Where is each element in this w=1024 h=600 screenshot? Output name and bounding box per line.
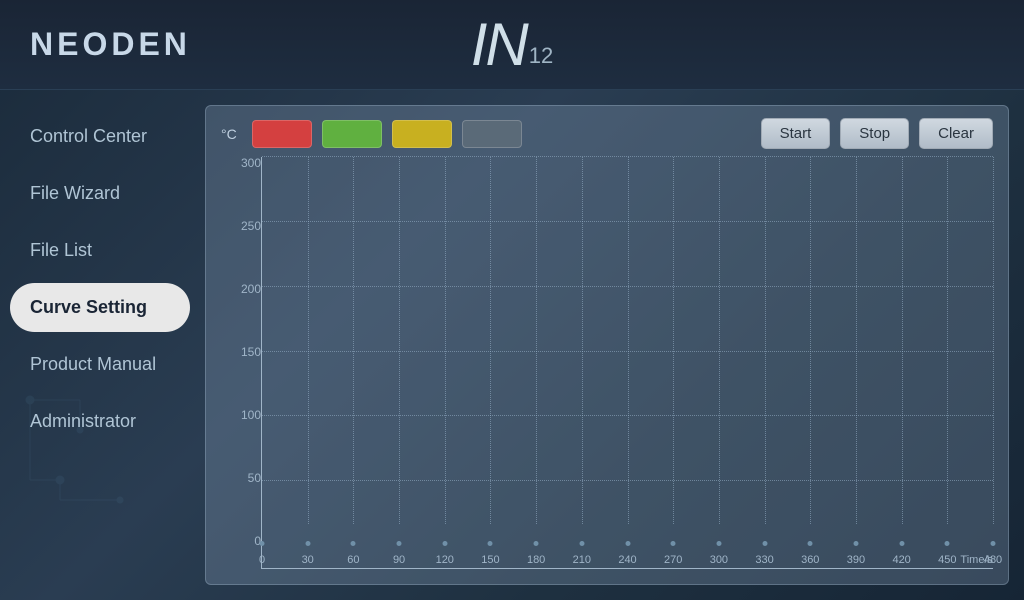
y-tick-50: 50 bbox=[221, 472, 261, 484]
x-tick-dot bbox=[899, 541, 904, 546]
sidebar-item-administrator[interactable]: Administrator bbox=[10, 397, 190, 446]
model-main: IN bbox=[471, 15, 527, 75]
x-tick-label: 420 bbox=[892, 554, 910, 566]
x-tick-label: 180 bbox=[527, 554, 545, 566]
x-tick-label: 330 bbox=[755, 554, 773, 566]
x-tick-dot bbox=[716, 541, 721, 546]
v-grid-line bbox=[582, 157, 583, 524]
x-tick-dot bbox=[625, 541, 630, 546]
y-tick-300: 300 bbox=[221, 157, 261, 169]
chart-container: °C Start Stop Clear 300 250 200 150 100 bbox=[205, 105, 1009, 585]
sidebar-item-file-wizard[interactable]: File Wizard bbox=[10, 169, 190, 218]
x-tick-dot bbox=[488, 541, 493, 546]
sidebar: Control Center File Wizard File List Cur… bbox=[0, 90, 200, 600]
x-axis: 0 30 60 90 120 150 180 210 240 270 300 330 360 390 420… bbox=[262, 546, 993, 568]
x-tick-dot bbox=[397, 541, 402, 546]
x-tick-dot bbox=[260, 541, 265, 546]
x-tick-label: 0 bbox=[259, 554, 265, 566]
x-tick-label: 150 bbox=[481, 554, 499, 566]
v-grid-line bbox=[902, 157, 903, 524]
x-tick-label: 300 bbox=[710, 554, 728, 566]
v-grid-line bbox=[673, 157, 674, 524]
y-tick-0: 0 bbox=[221, 535, 261, 547]
y-tick-100: 100 bbox=[221, 409, 261, 421]
x-tick-dot bbox=[351, 541, 356, 546]
v-grid-line bbox=[993, 157, 994, 524]
sidebar-item-control-center[interactable]: Control Center bbox=[10, 112, 190, 161]
content-area: °C Start Stop Clear 300 250 200 150 100 bbox=[200, 90, 1024, 600]
x-tick-dot bbox=[762, 541, 767, 546]
logo: NEODEN bbox=[30, 26, 191, 63]
v-grid-line bbox=[947, 157, 948, 524]
swatch-zone2[interactable] bbox=[322, 120, 382, 148]
v-grid-line bbox=[490, 157, 491, 524]
x-tick-label: 240 bbox=[618, 554, 636, 566]
chart-area: 300 250 200 150 100 50 0 0 30 60 90 120 150 18… bbox=[221, 157, 993, 569]
x-tick-label: 270 bbox=[664, 554, 682, 566]
grid-lines bbox=[262, 157, 993, 546]
x-tick-dot bbox=[534, 541, 539, 546]
x-tick-dot bbox=[671, 541, 676, 546]
v-grid-line bbox=[765, 157, 766, 524]
x-tick-label: 120 bbox=[436, 554, 454, 566]
v-grid-line bbox=[399, 157, 400, 524]
swatch-zone3[interactable] bbox=[392, 120, 452, 148]
header: NEODEN IN 12 bbox=[0, 0, 1024, 90]
sidebar-item-curve-setting[interactable]: Curve Setting bbox=[10, 283, 190, 332]
x-tick-label: 210 bbox=[573, 554, 591, 566]
v-grid-line bbox=[719, 157, 720, 524]
model-sub: 12 bbox=[529, 43, 553, 69]
v-grid-line bbox=[628, 157, 629, 524]
v-grid-line bbox=[536, 157, 537, 524]
x-tick-label: 90 bbox=[393, 554, 405, 566]
x-tick-dot bbox=[442, 541, 447, 546]
x-tick-dot bbox=[808, 541, 813, 546]
x-tick-label: 60 bbox=[347, 554, 359, 566]
v-grid-line bbox=[353, 157, 354, 524]
x-tick-dot bbox=[945, 541, 950, 546]
v-grid-line bbox=[445, 157, 446, 524]
x-tick-dot bbox=[991, 541, 996, 546]
chart-inner: 0 30 60 90 120 150 180 210 240 270 300 330 360 390 420… bbox=[261, 157, 993, 569]
x-tick-dot bbox=[853, 541, 858, 546]
v-grid-line bbox=[810, 157, 811, 524]
x-tick-label: 390 bbox=[847, 554, 865, 566]
swatch-zone4[interactable] bbox=[462, 120, 522, 148]
x-tick-label: 30 bbox=[302, 554, 314, 566]
y-tick-150: 150 bbox=[221, 346, 261, 358]
chart-toolbar: °C Start Stop Clear bbox=[221, 118, 993, 149]
sidebar-item-product-manual[interactable]: Product Manual bbox=[10, 340, 190, 389]
clear-button[interactable]: Clear bbox=[919, 118, 993, 149]
v-grid-line bbox=[856, 157, 857, 524]
x-tick-dot bbox=[579, 541, 584, 546]
model-title: IN 12 bbox=[471, 15, 553, 75]
main-layout: Control Center File Wizard File List Cur… bbox=[0, 90, 1024, 600]
sidebar-item-file-list[interactable]: File List bbox=[10, 226, 190, 275]
x-tick-dot bbox=[305, 541, 310, 546]
y-tick-250: 250 bbox=[221, 220, 261, 232]
y-axis: 300 250 200 150 100 50 0 bbox=[221, 157, 261, 569]
start-button[interactable]: Start bbox=[761, 118, 831, 149]
stop-button[interactable]: Stop bbox=[840, 118, 909, 149]
swatch-zone1[interactable] bbox=[252, 120, 312, 148]
v-grid-line bbox=[308, 157, 309, 524]
y-tick-200: 200 bbox=[221, 283, 261, 295]
x-tick-label: 450 bbox=[938, 554, 956, 566]
time-unit-label: Time/s bbox=[960, 554, 993, 566]
x-tick-label: 360 bbox=[801, 554, 819, 566]
temp-unit-label: °C bbox=[221, 126, 237, 142]
